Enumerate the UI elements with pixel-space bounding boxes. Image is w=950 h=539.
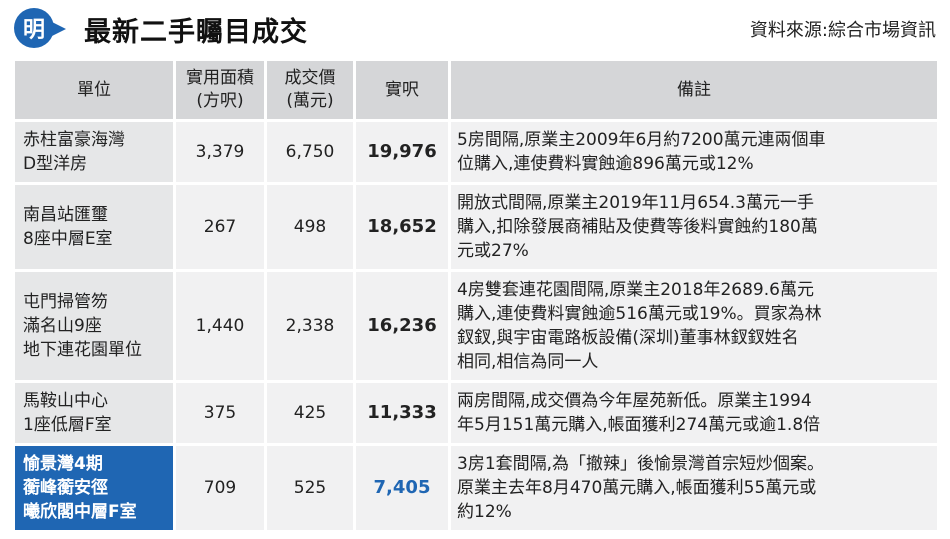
ppsf-cell: 7,405 <box>356 446 448 530</box>
table-row: 屯門掃管笏 滿名山9座 地下連花園單位 1,440 2,338 16,236 4… <box>15 272 937 380</box>
price-cell: 6,750 <box>267 122 353 182</box>
price-cell: 525 <box>267 446 353 530</box>
transactions-table-wrapper: 單位 實用面積 (方呎) 成交價 (萬元) 實呎 備註 赤柱富豪海灣 D型洋房 … <box>12 58 938 530</box>
unit-cell: 愉景灣4期 蘅峰蘅安徑 曦欣閣中層F室 <box>15 446 173 530</box>
ppsf-cell: 19,976 <box>356 122 448 182</box>
table-row: 馬鞍山中心 1座低層F室 375 425 11,333 兩房間隔,成交價為今年屋… <box>15 383 937 443</box>
area-cell: 375 <box>176 383 264 443</box>
remark-cell: 3房1套間隔,為「撤辣」後愉景灣首宗短炒個案。 原業主去年8月470萬元購入,帳… <box>451 446 937 530</box>
table-row: 赤柱富豪海灣 D型洋房 3,379 6,750 19,976 5房間隔,原業主2… <box>15 122 937 182</box>
remark-cell: 兩房間隔,成交價為今年屋苑新低。原業主1994 年5月151萬元購入,帳面獲利2… <box>451 383 937 443</box>
column-header-remark: 備註 <box>451 61 937 119</box>
page-title: 最新二手矚目成交 <box>84 17 308 48</box>
ppsf-cell: 11,333 <box>356 383 448 443</box>
area-cell: 267 <box>176 185 264 269</box>
remark-cell: 5房間隔,原業主2009年6月約7200萬元連兩個車 位購入,連使費料實蝕逾89… <box>451 122 937 182</box>
table-row-highlighted: 愉景灣4期 蘅峰蘅安徑 曦欣閣中層F室 709 525 7,405 3房1套間隔… <box>15 446 937 530</box>
remark-cell: 開放式間隔,原業主2019年11月654.3萬元一手 購入,扣除發展商補貼及使費… <box>451 185 937 269</box>
price-cell: 498 <box>267 185 353 269</box>
ppsf-cell: 16,236 <box>356 272 448 380</box>
area-cell: 3,379 <box>176 122 264 182</box>
unit-cell: 屯門掃管笏 滿名山9座 地下連花園單位 <box>15 272 173 380</box>
remark-cell: 4房雙套連花園間隔,原業主2018年2689.6萬元 購入,連使費料實蝕逾516… <box>451 272 937 380</box>
table-row: 南昌站匯璽 8座中層E室 267 498 18,652 開放式間隔,原業主201… <box>15 185 937 269</box>
column-header-price: 成交價 (萬元) <box>267 61 353 119</box>
area-cell: 1,440 <box>176 272 264 380</box>
area-cell: 709 <box>176 446 264 530</box>
column-header-area: 實用面積 (方呎) <box>176 61 264 119</box>
price-cell: 425 <box>267 383 353 443</box>
column-header-ppsf: 實呎 <box>356 61 448 119</box>
unit-cell: 南昌站匯璽 8座中層E室 <box>15 185 173 269</box>
column-header-unit: 單位 <box>15 61 173 119</box>
source-note: 資料來源:綜合市場資訊 <box>749 20 936 41</box>
ppsf-cell: 18,652 <box>356 185 448 269</box>
transactions-table: 單位 實用面積 (方呎) 成交價 (萬元) 實呎 備註 赤柱富豪海灣 D型洋房 … <box>12 58 940 533</box>
unit-cell: 赤柱富豪海灣 D型洋房 <box>15 122 173 182</box>
header: 明 最新二手矚目成交 資料來源:綜合市場資訊 <box>0 0 950 56</box>
price-cell: 2,338 <box>267 272 353 380</box>
table-header-row: 單位 實用面積 (方呎) 成交價 (萬元) 實呎 備註 <box>15 61 937 119</box>
unit-cell: 馬鞍山中心 1座低層F室 <box>15 383 173 443</box>
logo: 明 <box>14 8 54 48</box>
